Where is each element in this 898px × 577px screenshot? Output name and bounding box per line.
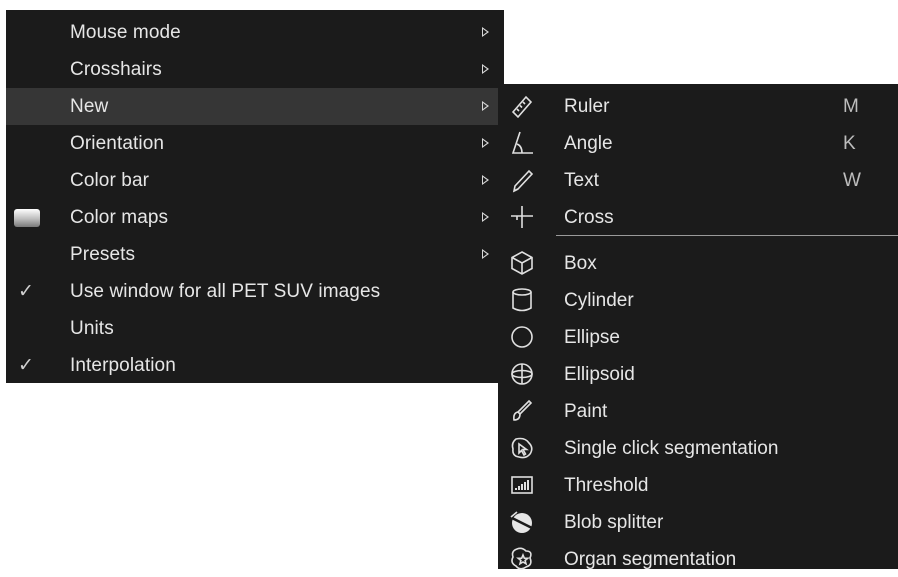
shortcut-label: W [843, 170, 861, 191]
menu-item-new[interactable]: New [6, 88, 504, 125]
cross-icon [508, 203, 536, 231]
gradient-swatch-icon [14, 209, 40, 227]
menu-item-label: Units [70, 317, 114, 339]
menu-item-label: Color bar [70, 169, 150, 191]
cube-icon [508, 249, 536, 277]
menu-item-label: Ruler [564, 96, 610, 117]
menu-item-orientation[interactable]: Orientation [6, 125, 504, 162]
menu-item-label: Blob splitter [564, 512, 664, 533]
menu-item-label: Color maps [70, 206, 169, 228]
submenu-item-single-click-segmentation[interactable]: Single click segmentation [498, 429, 898, 466]
submenu-arrow-icon [482, 249, 489, 259]
submenu-item-ruler[interactable]: Ruler M [498, 87, 898, 124]
menu-separator [556, 235, 898, 236]
brush-icon [508, 397, 536, 425]
context-menu: Mouse mode Crosshairs New Orientation Co… [6, 10, 504, 383]
menu-item-label: Single click segmentation [564, 438, 779, 459]
menu-item-label: Ellipse [564, 327, 620, 348]
angle-icon [508, 129, 536, 157]
menu-item-label: Paint [564, 401, 608, 422]
click-segmentation-icon [508, 434, 536, 462]
menu-item-interpolation[interactable]: ✓ Interpolation [6, 347, 504, 384]
menu-item-label: Angle [564, 133, 613, 154]
menu-item-label: Ellipsoid [564, 364, 635, 385]
menu-item-mouse-mode[interactable]: Mouse mode [6, 14, 504, 51]
submenu-item-ellipsoid[interactable]: Ellipsoid [498, 355, 898, 392]
sphere-icon [508, 360, 536, 388]
pencil-icon [508, 166, 536, 194]
submenu-item-blob-splitter[interactable]: Blob splitter [498, 503, 898, 540]
menu-item-label: Box [564, 253, 597, 274]
submenu-arrow-icon [482, 138, 489, 148]
submenu-item-ellipse[interactable]: Ellipse [498, 318, 898, 355]
menu-item-color-maps[interactable]: Color maps [6, 199, 504, 236]
menu-item-units[interactable]: Units [6, 310, 504, 347]
menu-item-label: Orientation [70, 132, 165, 154]
menu-item-label: Text [564, 170, 599, 191]
checkmark-icon: ✓ [18, 355, 35, 376]
submenu-arrow-icon [482, 27, 489, 37]
menu-item-use-window-pet-suv[interactable]: ✓ Use window for all PET SUV images [6, 273, 504, 310]
cylinder-icon [508, 286, 536, 314]
submenu-item-cross[interactable]: Cross [498, 198, 898, 235]
submenu-item-box[interactable]: Box [498, 244, 898, 281]
submenu-item-paint[interactable]: Paint [498, 392, 898, 429]
menu-item-crosshairs[interactable]: Crosshairs [6, 51, 504, 88]
submenu-item-angle[interactable]: Angle K [498, 124, 898, 161]
menu-item-label: Mouse mode [70, 21, 181, 43]
submenu-arrow-icon [482, 212, 489, 222]
shortcut-label: K [843, 133, 856, 154]
ruler-icon [508, 92, 536, 120]
menu-item-label: Presets [70, 243, 136, 265]
submenu-item-text[interactable]: Text W [498, 161, 898, 198]
menu-item-label: New [70, 95, 109, 117]
menu-item-label: Cross [564, 207, 614, 228]
threshold-icon [508, 471, 536, 499]
submenu-arrow-icon [482, 101, 489, 111]
menu-item-color-bar[interactable]: Color bar [6, 162, 504, 199]
submenu-item-organ-segmentation[interactable]: Organ segmentation [498, 540, 898, 577]
shortcut-label: M [843, 96, 859, 117]
circle-icon [508, 323, 536, 351]
menu-item-label: Organ segmentation [564, 549, 737, 570]
menu-item-presets[interactable]: Presets [6, 236, 504, 273]
menu-item-label: Cylinder [564, 290, 634, 311]
menu-item-label: Crosshairs [70, 58, 162, 80]
new-submenu: Ruler M Angle K Text W Cross Box Cylinde… [498, 84, 898, 570]
menu-item-label: Use window for all PET SUV images [70, 280, 381, 302]
checkmark-icon: ✓ [18, 281, 35, 302]
blob-splitter-icon [508, 508, 536, 536]
submenu-arrow-icon [482, 175, 489, 185]
submenu-arrow-icon [482, 64, 489, 74]
menu-item-label: Interpolation [70, 354, 176, 376]
menu-item-label: Threshold [564, 475, 649, 496]
submenu-item-threshold[interactable]: Threshold [498, 466, 898, 503]
submenu-item-cylinder[interactable]: Cylinder [498, 281, 898, 318]
